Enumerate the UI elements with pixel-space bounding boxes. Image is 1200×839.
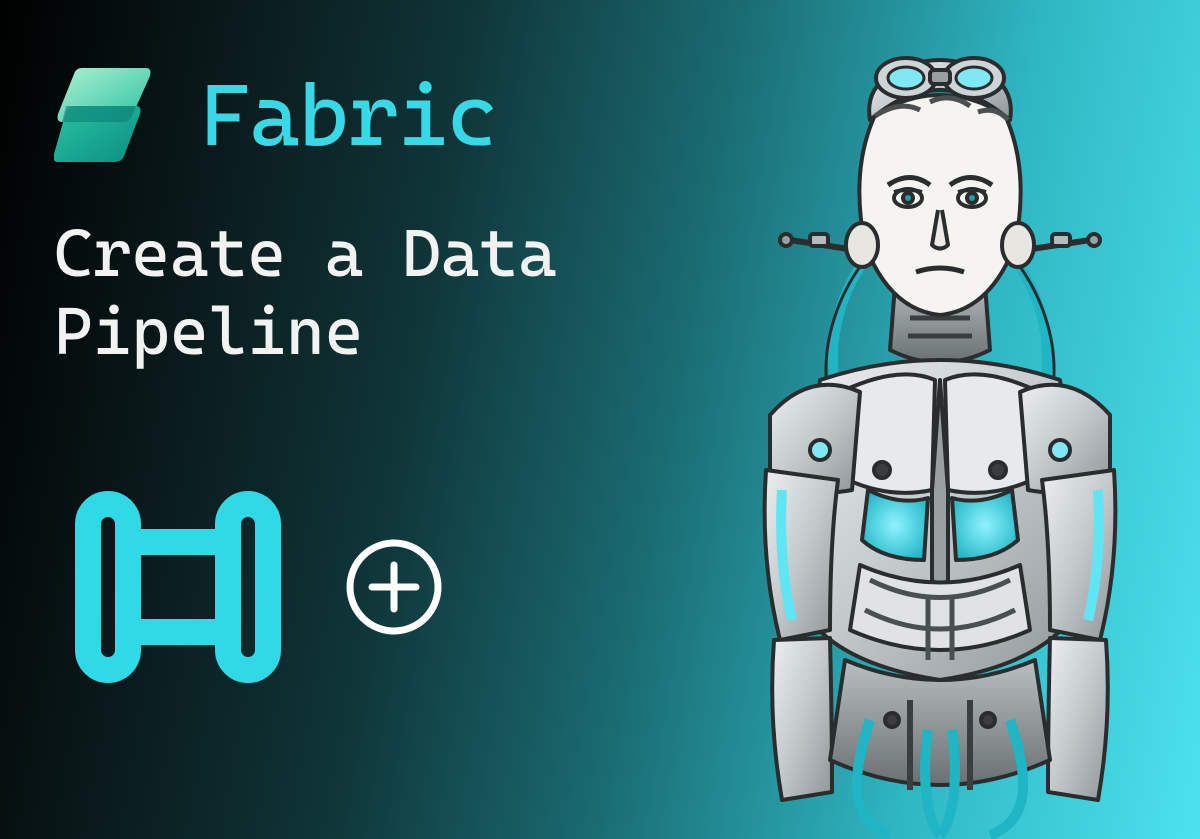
pipeline-icon <box>54 482 302 696</box>
fabric-logo-icon <box>54 60 162 172</box>
icon-row <box>54 482 557 696</box>
plus-circle-icon <box>342 535 446 643</box>
brand-name: Fabric <box>200 66 496 166</box>
page-headline: Create a Data Pipeline <box>54 216 557 372</box>
cyborg-figure <box>670 20 1200 839</box>
content-area: Fabric Create a Data Pipeline <box>54 60 557 696</box>
brand-row: Fabric <box>54 60 557 172</box>
